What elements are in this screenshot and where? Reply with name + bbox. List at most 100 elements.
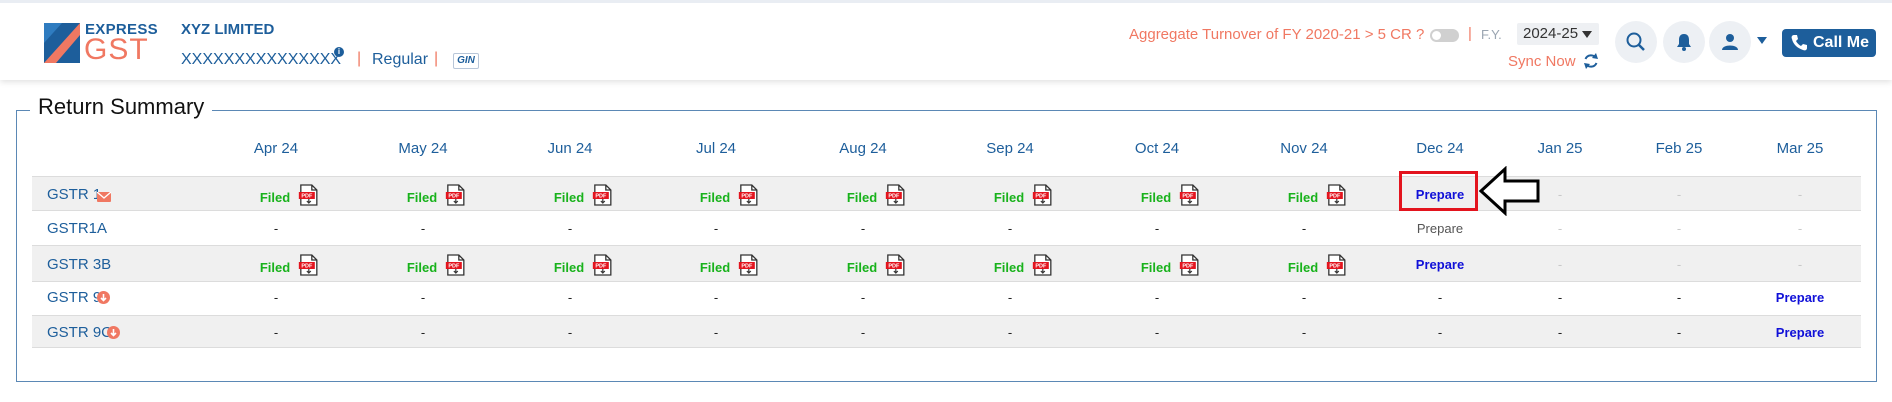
pdf-download-icon[interactable]: PDF xyxy=(1326,253,1348,283)
prepare-link[interactable]: Prepare xyxy=(1776,290,1824,305)
cell-label: - xyxy=(273,221,279,236)
download-icon[interactable] xyxy=(107,325,120,344)
pdf-download-icon[interactable]: PDF xyxy=(592,183,614,213)
svg-text:PDF: PDF xyxy=(449,193,461,199)
fy-select[interactable]: 2024-25 xyxy=(1517,23,1599,45)
svg-text:PDF: PDF xyxy=(1036,193,1048,199)
svg-text:PDF: PDF xyxy=(1036,263,1048,269)
cell-label: Filed xyxy=(259,259,291,275)
pdf-download-icon[interactable]: PDF xyxy=(738,253,760,283)
status-dash: - xyxy=(1302,290,1306,305)
month-header: Mar 25 xyxy=(1776,140,1824,157)
pdf-download-icon[interactable]: PDF xyxy=(1179,183,1201,213)
cell-label: Filed xyxy=(846,189,878,205)
sync-icon[interactable] xyxy=(1582,52,1600,70)
pdf-download-icon[interactable]: PDF xyxy=(885,183,907,213)
return-name[interactable]: GSTR 3B xyxy=(47,256,111,273)
status-dash: - xyxy=(421,221,425,236)
cell-label: Prepare xyxy=(1775,290,1825,305)
cell-label: Prepare xyxy=(1416,221,1464,236)
filed-status: Filed PDF xyxy=(846,183,907,213)
filed-status: Filed PDF xyxy=(407,183,467,213)
status-dash: - xyxy=(1677,290,1681,305)
status-dash: - xyxy=(1008,290,1012,305)
pdf-download-icon[interactable]: PDF xyxy=(592,253,614,283)
filed-status: Filed PDF xyxy=(259,253,320,283)
express-gst-logo[interactable]: EXPRESS GST xyxy=(42,19,160,67)
turnover-toggle[interactable] xyxy=(1430,29,1459,42)
cell-label: - xyxy=(1557,256,1563,272)
cell-label: - xyxy=(1797,221,1803,236)
cell-label: Filed xyxy=(553,189,585,205)
separator: | xyxy=(1468,25,1472,42)
status-dash: - xyxy=(861,221,865,236)
cell-label: - xyxy=(1301,324,1307,340)
pdf-download-icon[interactable]: PDF xyxy=(1179,253,1201,283)
status-dash: - xyxy=(1558,187,1562,202)
pdf-download-icon[interactable]: PDF xyxy=(445,183,467,213)
status-dash: - xyxy=(1438,325,1442,340)
return-name[interactable]: GSTR 9 xyxy=(47,289,101,306)
svg-text:PDF: PDF xyxy=(1183,263,1195,269)
filed-status: Filed PDF xyxy=(260,183,320,213)
search-button[interactable] xyxy=(1615,21,1657,63)
profile-button[interactable] xyxy=(1709,21,1751,63)
prepare-link[interactable]: Prepare xyxy=(1417,221,1463,236)
cell-label: - xyxy=(273,290,279,305)
filed-status: Filed PDF xyxy=(994,183,1054,213)
fy-value: 2024-25 xyxy=(1523,25,1579,42)
pdf-download-icon[interactable]: PDF xyxy=(1326,183,1348,213)
status-dash: - xyxy=(1677,257,1681,272)
status-dash: - xyxy=(1155,290,1159,305)
cell-label: - xyxy=(1154,221,1160,236)
mail-icon[interactable] xyxy=(96,189,112,207)
return-summary-title: Return Summary xyxy=(30,94,213,120)
pdf-download-icon[interactable]: PDF xyxy=(1032,253,1054,283)
caret-down-icon xyxy=(1582,31,1592,38)
left-arrow-icon xyxy=(1479,166,1540,216)
filed-status: Filed PDF xyxy=(553,183,614,213)
filed-status: Filed PDF xyxy=(700,183,760,213)
pdf-download-icon[interactable]: PDF xyxy=(1032,183,1054,213)
cell-label: - xyxy=(860,221,866,236)
status-dash: - xyxy=(714,290,718,305)
prepare-link[interactable]: Prepare xyxy=(1776,325,1824,340)
month-header: Oct 24 xyxy=(1134,140,1180,157)
cell-label: - xyxy=(420,324,426,340)
return-name[interactable]: GSTR 9C xyxy=(47,324,112,341)
status-dash: - xyxy=(421,325,425,340)
return-name[interactable]: GSTR 1 xyxy=(47,186,101,203)
cell-label: - xyxy=(1797,186,1803,202)
cell-label: - xyxy=(713,290,719,305)
status-dash: - xyxy=(1302,221,1306,236)
cell-label: - xyxy=(1676,221,1682,236)
pdf-download-icon[interactable]: PDF xyxy=(738,183,760,213)
status-dash: - xyxy=(421,290,425,305)
return-name[interactable]: GSTR1A xyxy=(47,220,107,237)
cell-label: - xyxy=(1676,186,1682,202)
cell-label: Prepare xyxy=(1415,256,1465,272)
sync-now-link[interactable]: Sync Now xyxy=(1508,53,1576,70)
cell-label: - xyxy=(1301,221,1307,236)
status-dash: - xyxy=(1798,187,1802,202)
call-me-button[interactable]: Call Me xyxy=(1782,29,1876,57)
prepare-link[interactable]: Prepare xyxy=(1416,257,1464,272)
cell-label: Filed xyxy=(1140,189,1172,205)
highlight-box xyxy=(1399,171,1478,211)
status-dash: - xyxy=(714,325,718,340)
status-dash: - xyxy=(274,221,278,236)
svg-text:PDF: PDF xyxy=(1330,193,1342,199)
filed-status: Filed PDF xyxy=(1140,183,1201,213)
download-icon[interactable] xyxy=(97,291,110,309)
filed-status: Filed PDF xyxy=(1141,253,1201,283)
pdf-download-icon[interactable]: PDF xyxy=(298,183,320,213)
pdf-download-icon[interactable]: PDF xyxy=(885,253,907,283)
profile-caret-icon[interactable] xyxy=(1757,37,1767,44)
pdf-download-icon[interactable]: PDF xyxy=(298,253,320,283)
month-header: Dec 24 xyxy=(1416,140,1464,157)
info-icon[interactable]: i xyxy=(334,47,344,57)
pdf-download-icon[interactable]: PDF xyxy=(445,253,467,283)
notifications-button[interactable] xyxy=(1663,21,1705,63)
gin-icon[interactable]: GIN xyxy=(453,53,479,69)
status-dash: - xyxy=(1677,187,1681,202)
